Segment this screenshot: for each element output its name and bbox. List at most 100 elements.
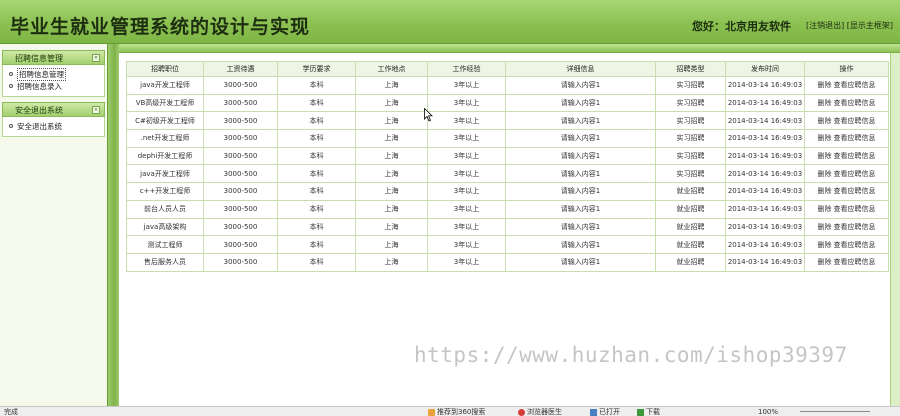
table-cell: 请输入内容1	[505, 93, 656, 113]
watermark-text: https://www.huzhan.com/ishop39397	[414, 343, 848, 367]
table-cell: 2014-03-14 16:49:03	[725, 129, 805, 148]
zoom-level[interactable]: 100%	[758, 407, 778, 416]
delete-link[interactable]: 删除	[818, 170, 832, 178]
row-actions: 删除 查看应聘信息	[804, 146, 889, 166]
row-actions: 删除 查看应聘信息	[804, 217, 889, 237]
table-cell: 上海	[355, 111, 428, 131]
table-cell: 2014-03-14 16:49:03	[725, 111, 805, 131]
table-cell: 3年以上	[427, 146, 506, 166]
table-cell: dephi开发工程师	[126, 146, 204, 166]
table-cell: 请输入内容1	[505, 182, 656, 201]
sidebar-section-title: 安全退出系统	[15, 106, 63, 115]
table-cell: 2014-03-14 16:49:03	[725, 76, 805, 95]
delete-link[interactable]: 删除	[818, 81, 832, 89]
delete-link[interactable]: 删除	[818, 99, 832, 107]
view-applications-link[interactable]: 查看应聘信息	[834, 205, 876, 213]
status-item-search[interactable]: 推荐到360搜索	[428, 407, 485, 416]
table-cell: 3年以上	[427, 164, 506, 184]
status-item-doctor[interactable]: 浏览器医生	[518, 407, 562, 416]
table-cell: 实习招聘	[655, 164, 726, 184]
table-cell: 上海	[355, 76, 428, 95]
sidebar-item-safe-exit[interactable]: 安全退出系统	[3, 120, 104, 132]
row-actions: 删除 查看应聘信息	[804, 235, 889, 254]
table-cell: 本科	[277, 76, 356, 95]
view-applications-link[interactable]: 查看应聘信息	[834, 134, 876, 142]
view-applications-link[interactable]: 查看应聘信息	[834, 170, 876, 178]
table-cell: 本科	[277, 199, 356, 219]
sidebar-item-recruit-entry[interactable]: 招聘信息录入	[3, 80, 104, 92]
table-cell: 3年以上	[427, 93, 506, 113]
status-item-label: 推荐到360搜索	[437, 408, 486, 416]
delete-link[interactable]: 删除	[818, 152, 832, 160]
table-cell: 2014-03-14 16:49:03	[725, 199, 805, 219]
table-cell: 请输入内容1	[505, 217, 656, 237]
table-row: 售后服务人员 3000-500 本科 上海 3年以上 请输入内容1 就业招聘 2014-03-…	[126, 252, 889, 272]
table-cell: VB高级开发工程师	[126, 93, 204, 113]
table-cell: .net开发工程师	[126, 129, 204, 148]
table-cell: 3年以上	[427, 235, 506, 254]
sidebar-item-recruit-manage[interactable]: 招聘信息管理	[3, 67, 104, 81]
main-top-bar	[119, 44, 900, 53]
table-cell: 上海	[355, 164, 428, 184]
table-cell: 本科	[277, 146, 356, 166]
cursor-arrow-icon	[424, 108, 433, 122]
view-applications-link[interactable]: 查看应聘信息	[834, 99, 876, 107]
delete-link[interactable]: 删除	[818, 258, 832, 266]
table-cell: 上海	[355, 146, 428, 166]
delete-link[interactable]: 删除	[818, 117, 832, 125]
row-actions: 删除 查看应聘信息	[804, 199, 889, 219]
view-applications-link[interactable]: 查看应聘信息	[834, 241, 876, 249]
view-applications-link[interactable]: 查看应聘信息	[834, 152, 876, 160]
delete-link[interactable]: 删除	[818, 134, 832, 142]
delete-link[interactable]: 删除	[818, 187, 832, 195]
table-cell: 本科	[277, 182, 356, 201]
status-item-label: 下载	[646, 408, 660, 416]
table-cell: 3000-500	[203, 252, 278, 272]
table-cell: 本科	[277, 164, 356, 184]
row-actions: 删除 查看应聘信息	[804, 111, 889, 131]
frame-splitter[interactable]	[107, 44, 119, 406]
view-applications-link[interactable]: 查看应聘信息	[834, 223, 876, 231]
search-icon	[428, 408, 435, 416]
status-item-opened[interactable]: 已打开	[590, 407, 620, 416]
collapse-icon[interactable]: «	[92, 54, 100, 62]
table-row: java开发工程师 3000-500 本科 上海 3年以上 请输入内容1 实习招聘 2014-…	[126, 164, 889, 184]
bullet-icon	[9, 84, 13, 88]
table-cell: 上海	[355, 252, 428, 272]
header-links: [注销退出] [显示主框架]	[806, 20, 893, 31]
status-item-download[interactable]: 下载	[637, 407, 660, 416]
bullet-icon	[9, 72, 13, 76]
sidebar-section-title: 招聘信息管理	[15, 54, 63, 63]
scrollbar-track[interactable]	[890, 53, 900, 406]
view-applications-link[interactable]: 查看应聘信息	[834, 117, 876, 125]
table-cell: 本科	[277, 129, 356, 148]
table-cell: 3000-500	[203, 182, 278, 201]
table-row: VB高级开发工程师 3000-500 本科 上海 3年以上 请输入内容1 实习招聘 2014-…	[126, 93, 889, 113]
recruit-table: 招聘职位 工资待遇 学历要求 工作地点 工作经验 详细信息 招聘类型 发布时间 操作 java开…	[126, 61, 889, 272]
sidebar-section-recruit-header[interactable]: 招聘信息管理 «	[2, 50, 105, 65]
table-cell: 2014-03-14 16:49:03	[725, 252, 805, 272]
collapse-icon[interactable]: «	[92, 106, 100, 114]
table-cell: 3000-500	[203, 111, 278, 131]
table-cell: 上海	[355, 93, 428, 113]
view-applications-link[interactable]: 查看应聘信息	[834, 187, 876, 195]
table-cell: 2014-03-14 16:49:03	[725, 182, 805, 201]
sidebar-section-exit-header[interactable]: 安全退出系统 «	[2, 102, 105, 117]
table-cell: 实习招聘	[655, 129, 726, 148]
view-applications-link[interactable]: 查看应聘信息	[834, 258, 876, 266]
sidebar: 招聘信息管理 « 招聘信息管理 招聘信息录入 安全退出系统 « 安全退出系统	[0, 44, 107, 406]
table-cell: 上海	[355, 199, 428, 219]
zoom-slider[interactable]	[800, 411, 870, 412]
table-cell: 测试工程师	[126, 235, 204, 254]
bullet-icon	[9, 124, 13, 128]
table-row: dephi开发工程师 3000-500 本科 上海 3年以上 请输入内容1 实习招聘 2014…	[126, 146, 889, 166]
logout-link[interactable]: [注销退出]	[806, 21, 844, 30]
delete-link[interactable]: 删除	[818, 241, 832, 249]
table-cell: 本科	[277, 93, 356, 113]
delete-link[interactable]: 删除	[818, 205, 832, 213]
delete-link[interactable]: 删除	[818, 223, 832, 231]
column-header: 操作	[804, 61, 889, 77]
sidebar-item-label: 招聘信息录入	[17, 81, 62, 91]
show-main-frame-link[interactable]: [显示主框架]	[847, 21, 893, 30]
view-applications-link[interactable]: 查看应聘信息	[834, 81, 876, 89]
